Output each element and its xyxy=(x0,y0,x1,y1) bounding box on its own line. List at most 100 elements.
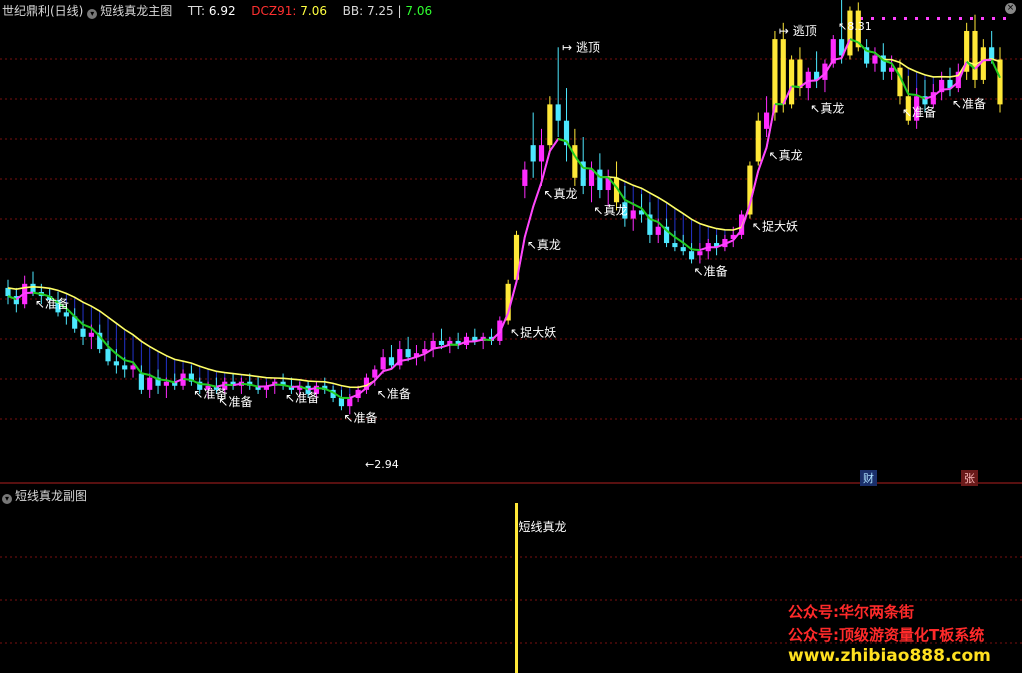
candles xyxy=(5,0,1003,415)
lower-band-segment xyxy=(483,338,492,342)
signal-dot xyxy=(937,17,940,20)
sub-signal-label: 短线真龙 xyxy=(519,520,567,534)
candle-body xyxy=(597,169,603,191)
annotation-label: ↖准备 xyxy=(218,395,252,409)
candle-body xyxy=(555,104,561,121)
sub-indicator-toggle-icon[interactable]: ▾ xyxy=(2,494,12,504)
lower-band-segment xyxy=(124,359,134,364)
signal-dot xyxy=(970,17,973,20)
signal-dot xyxy=(1003,17,1006,20)
lower-band-segment xyxy=(532,181,543,208)
lower-band-segment xyxy=(441,343,451,349)
lower-band-segment xyxy=(632,203,642,210)
bb-value: 7.25 xyxy=(366,4,394,18)
lower-band-segment xyxy=(791,85,801,89)
candle-body xyxy=(764,112,770,129)
candle-body xyxy=(63,312,69,317)
signal-dot xyxy=(915,17,918,20)
annotation-label: ↖准备 xyxy=(343,411,377,425)
annotation-label: ↖准备 xyxy=(694,264,728,278)
candle-body xyxy=(30,283,36,292)
lower-band-segment xyxy=(199,382,209,386)
candle-body xyxy=(789,59,795,105)
bb-label: BB: xyxy=(342,4,364,18)
candle-body xyxy=(572,145,578,178)
annotation-label: ↦ 逃顶 xyxy=(562,40,600,54)
sub-chart-header: ▾ 短线真龙副图 xyxy=(2,487,87,504)
signal-dot xyxy=(981,17,984,20)
candle-body xyxy=(547,104,553,146)
watermark-line-2: 公众号:顶级游资量化T板系统 xyxy=(788,626,985,644)
high-price-label: ↖8.31 xyxy=(838,20,872,33)
close-icon[interactable]: × xyxy=(1005,3,1016,14)
annotation-label: ↖真龙 xyxy=(527,238,561,252)
candle-body xyxy=(997,59,1003,105)
candle-body xyxy=(847,10,853,56)
candle-body xyxy=(105,349,111,362)
main-chart-header: 世纪鼎利(日线) ▾ 短线真龙主图 TT: 6.92 DCZ91: 7.06 BB… xyxy=(2,2,432,19)
candle-body xyxy=(588,169,595,186)
candle-body xyxy=(5,287,11,297)
limit-up-tag[interactable]: 张 xyxy=(961,470,978,486)
candle-body xyxy=(113,361,119,366)
sub-indicator-name[interactable]: 短线真龙副图 xyxy=(15,489,87,503)
signal-annotations: ↖准备↖准备↖准备 ↖准备↖准备↖准备↖捉大妖↖真龙↖真龙↦ 逃顶↖真龙↖准备↖捉… xyxy=(35,20,986,471)
upper-band-line xyxy=(7,38,1001,389)
candle-body xyxy=(672,243,678,248)
candle-body xyxy=(780,39,786,105)
lower-band-segment xyxy=(908,93,917,96)
annotation-label: ↦ 逃顶 xyxy=(779,24,817,38)
candle-body xyxy=(122,365,128,370)
lower-band-segment xyxy=(241,382,250,386)
lower-band-segment xyxy=(182,377,192,382)
signal-dot xyxy=(882,17,885,20)
candle-body xyxy=(697,251,703,256)
signal-dot xyxy=(948,17,951,20)
sub-panel: 短线真龙 xyxy=(515,503,567,673)
candle-body xyxy=(405,349,411,358)
candle-body xyxy=(147,377,153,390)
finance-tag[interactable]: 财 xyxy=(860,470,877,486)
candle-body xyxy=(538,145,545,162)
dcz-label: DCZ91: xyxy=(251,4,297,18)
tt-label: TT: xyxy=(187,4,206,18)
indicator-toggle-icon[interactable]: ▾ xyxy=(87,9,98,19)
low-price-label: ←2.94 xyxy=(365,458,399,471)
annotation-label: ↖真龙 xyxy=(769,148,803,162)
candle-body xyxy=(872,55,878,64)
candle-body xyxy=(989,47,995,60)
annotation-label: ↖准备 xyxy=(35,297,69,311)
candle-body xyxy=(438,340,445,345)
annotation-label: ↖准备 xyxy=(285,391,319,405)
watermark-line-1: 公众号:华尔两条街 xyxy=(788,603,914,621)
annotation-label: ↖真龙 xyxy=(594,203,628,217)
lower-band-segment xyxy=(583,166,592,170)
band-fill xyxy=(7,59,1001,398)
lower-band-segment xyxy=(274,383,284,386)
separator: | xyxy=(397,4,402,18)
signal-dot xyxy=(959,17,962,20)
candle-body xyxy=(972,30,978,80)
lower-band-segment xyxy=(316,386,325,390)
candle-body xyxy=(772,39,778,113)
signal-dot xyxy=(893,17,896,20)
candle-body xyxy=(338,398,345,407)
indicator-name[interactable]: 短线真龙主图 xyxy=(100,4,172,18)
signal-dot xyxy=(904,17,907,20)
tt-value: 6.92 xyxy=(208,4,236,18)
candle-body xyxy=(522,169,528,186)
candle-body xyxy=(138,373,144,390)
lower-band-segment xyxy=(282,384,292,388)
annotation-label: ↖准备 xyxy=(377,387,411,401)
candle-body xyxy=(163,381,169,386)
annotation-label: ↖捉大妖 xyxy=(510,325,556,340)
annotation-label: ↖准备 xyxy=(952,97,986,111)
watermark-url: www.zhibiao888.com xyxy=(788,646,991,666)
lower-band-segment xyxy=(674,236,684,244)
lower-band-segment xyxy=(232,382,242,387)
candle-body xyxy=(688,251,695,260)
annotation-label: ↖准备 xyxy=(902,105,936,119)
candle-body xyxy=(80,328,86,337)
lower-band-segment xyxy=(157,378,167,382)
stock-name[interactable]: 世纪鼎利(日线) xyxy=(2,4,83,18)
